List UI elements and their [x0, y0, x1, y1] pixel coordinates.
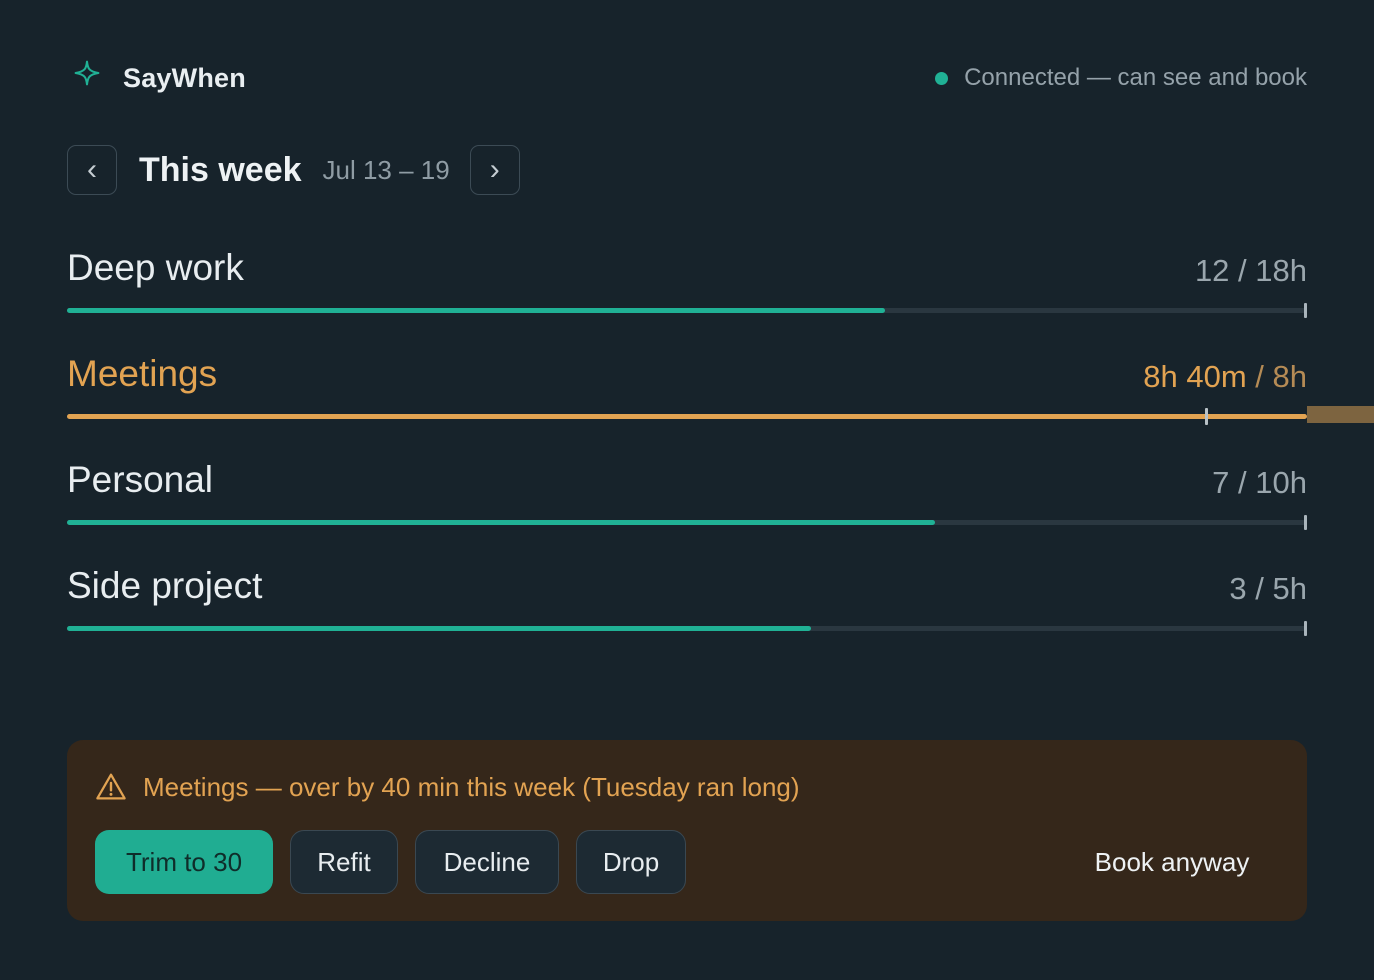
progress-fill: [67, 626, 811, 631]
limit-marker: [1205, 408, 1208, 425]
book-anyway-button[interactable]: Book anyway: [1067, 830, 1277, 894]
app-window: SayWhen Connected — can see and book ‹ T…: [0, 0, 1374, 980]
budget-separator: /: [1229, 465, 1256, 500]
progress-track: [67, 621, 1307, 636]
status-text: Connected — can see and book: [964, 64, 1307, 91]
budget-value: 3 / 5h: [1229, 571, 1307, 607]
drop-button[interactable]: Drop: [576, 830, 686, 894]
budget-name: Deep work: [67, 247, 244, 288]
week-navigation: ‹ This week Jul 13 – 19 ›: [67, 144, 520, 196]
budget-limit: 5h: [1272, 571, 1307, 606]
warning-triangle-icon: [96, 773, 126, 800]
warning-message: Meetings — over by 40 min this week (Tue…: [95, 769, 800, 805]
next-week-button[interactable]: ›: [469, 145, 520, 195]
app-name: SayWhen: [123, 62, 246, 93]
status-dot-icon: [935, 71, 949, 85]
budget-row-side-project[interactable]: Side project 3 / 5h: [67, 565, 1307, 645]
connection-status: Connected — can see and book: [935, 60, 1307, 96]
warning-text: Meetings — over by 40 min this week (Tue…: [143, 771, 800, 802]
decline-button[interactable]: Decline: [415, 830, 559, 894]
warning-actions: Trim to 30 Refit Decline Drop: [95, 830, 686, 894]
budget-used: 8h 40m: [1143, 359, 1247, 394]
limit-marker: [1304, 303, 1307, 318]
week-title: This week: [139, 150, 302, 189]
budget-separator: /: [1229, 253, 1256, 288]
budget-value: 7 / 10h: [1212, 465, 1307, 501]
brand: SayWhen: [74, 60, 246, 96]
budget-row-personal[interactable]: Personal 7 / 10h: [67, 459, 1307, 539]
sparkle-icon: [74, 60, 100, 86]
budget-name: Side project: [67, 565, 263, 606]
progress-fill: [67, 308, 886, 313]
budget-separator: /: [1246, 571, 1273, 606]
budget-limit: 18h: [1255, 253, 1307, 288]
budget-value: 8h 40m / 8h: [1143, 359, 1307, 395]
budget-used: 12: [1194, 253, 1230, 288]
progress-fill: [67, 414, 1307, 419]
budget-used: 3: [1229, 571, 1247, 606]
budget-row-meetings[interactable]: Meetings 8h 40m / 8h: [67, 353, 1307, 433]
trim-button[interactable]: Trim to 30: [95, 830, 273, 894]
budget-separator: /: [1246, 359, 1273, 394]
refit-button[interactable]: Refit: [290, 830, 398, 894]
progress-track: [67, 303, 1307, 318]
budget-row-deep-work[interactable]: Deep work 12 / 18h: [67, 247, 1307, 327]
budget-name: Personal: [67, 459, 214, 500]
budget-limit: 10h: [1255, 465, 1307, 500]
progress-fill: [67, 520, 935, 525]
progress-track: [67, 408, 1307, 425]
previous-week-button[interactable]: ‹: [67, 145, 117, 195]
progress-track: [67, 515, 1307, 530]
limit-marker: [1304, 515, 1307, 530]
over-budget-warning: Meetings — over by 40 min this week (Tue…: [67, 740, 1307, 921]
budget-name: Meetings: [67, 353, 218, 394]
budget-limit: 8h: [1272, 359, 1307, 394]
budget-value: 12 / 18h: [1195, 253, 1307, 289]
limit-marker: [1304, 621, 1307, 636]
budget-used: 7: [1212, 465, 1230, 500]
week-range: Jul 13 – 19: [322, 154, 450, 185]
overflow-indicator: [1307, 406, 1374, 423]
